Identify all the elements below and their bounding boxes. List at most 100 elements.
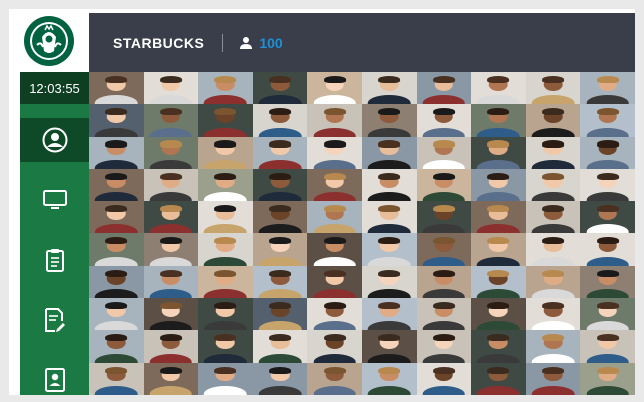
participant-video-tile[interactable]: [252, 233, 308, 266]
participant-video-tile[interactable]: [307, 298, 362, 331]
starbucks-logo[interactable]: [9, 9, 89, 72]
participant-video-tile[interactable]: [361, 201, 417, 234]
participant-video-tile[interactable]: [252, 72, 308, 105]
participant-video-tile[interactable]: [416, 362, 472, 395]
nav-tasks[interactable]: [20, 238, 89, 282]
participant-video-tile[interactable]: [580, 168, 635, 202]
participant-video-tile[interactable]: [471, 136, 526, 169]
participant-video-tile[interactable]: [89, 168, 144, 202]
participant-video-tile[interactable]: [471, 233, 526, 266]
participant-video-tile[interactable]: [361, 298, 417, 331]
participant-video-tile[interactable]: [416, 136, 472, 169]
participant-video-tile[interactable]: [252, 136, 308, 169]
participant-video-tile[interactable]: [361, 136, 417, 169]
participant-video-tile[interactable]: [143, 298, 199, 331]
participant-video-tile[interactable]: [198, 72, 253, 105]
participant-video-tile[interactable]: [361, 330, 417, 363]
participant-video-tile[interactable]: [143, 201, 199, 234]
participant-video-tile[interactable]: [143, 136, 199, 169]
participant-video-tile[interactable]: [143, 72, 199, 105]
participant-video-tile[interactable]: [525, 233, 581, 266]
participant-video-tile[interactable]: [198, 168, 253, 202]
participant-video-tile[interactable]: [143, 330, 199, 363]
participant-video-tile[interactable]: [471, 168, 526, 202]
nav-notes[interactable]: [20, 298, 89, 342]
participant-video-tile[interactable]: [471, 265, 526, 299]
participant-video-tile[interactable]: [416, 104, 472, 137]
participant-video-tile[interactable]: [525, 265, 581, 299]
participant-video-tile[interactable]: [307, 362, 362, 395]
participant-video-tile[interactable]: [89, 201, 144, 234]
participant-video-tile[interactable]: [307, 265, 362, 299]
participant-video-tile[interactable]: [525, 72, 581, 105]
participant-video-tile[interactable]: [252, 104, 308, 137]
participant-video-tile[interactable]: [416, 330, 472, 363]
participant-video-tile[interactable]: [198, 298, 253, 331]
participant-video-tile[interactable]: [361, 168, 417, 202]
participant-video-tile[interactable]: [525, 104, 581, 137]
participant-video-tile[interactable]: [252, 362, 308, 395]
participant-video-tile[interactable]: [580, 72, 635, 105]
participant-video-tile[interactable]: [416, 201, 472, 234]
participant-video-tile[interactable]: [143, 233, 199, 266]
participant-video-tile[interactable]: [361, 72, 417, 105]
participant-video-tile[interactable]: [361, 265, 417, 299]
participant-video-tile[interactable]: [471, 330, 526, 363]
nav-contacts[interactable]: [20, 358, 89, 402]
participant-video-tile[interactable]: [307, 72, 362, 105]
participant-video-tile[interactable]: [361, 104, 417, 137]
participant-counter[interactable]: 100: [239, 35, 283, 51]
participant-video-tile[interactable]: [198, 201, 253, 234]
participant-video-tile[interactable]: [198, 362, 253, 395]
participant-video-tile[interactable]: [143, 168, 199, 202]
participant-video-tile[interactable]: [252, 265, 308, 299]
participant-video-tile[interactable]: [471, 104, 526, 137]
participant-video-tile[interactable]: [471, 72, 526, 105]
nav-profile[interactable]: [20, 118, 89, 162]
participant-video-tile[interactable]: [307, 201, 362, 234]
participant-video-tile[interactable]: [89, 104, 144, 137]
participant-video-tile[interactable]: [89, 72, 144, 105]
participant-video-tile[interactable]: [580, 298, 635, 331]
participant-video-tile[interactable]: [416, 298, 472, 331]
participant-video-tile[interactable]: [471, 362, 526, 395]
participant-video-tile[interactable]: [143, 104, 199, 137]
participant-video-tile[interactable]: [143, 265, 199, 299]
participant-video-tile[interactable]: [307, 233, 362, 266]
participant-video-tile[interactable]: [89, 233, 144, 266]
participant-video-tile[interactable]: [89, 265, 144, 299]
participant-video-tile[interactable]: [525, 362, 581, 395]
participant-video-tile[interactable]: [198, 104, 253, 137]
participant-video-tile[interactable]: [307, 104, 362, 137]
participant-video-tile[interactable]: [198, 265, 253, 299]
participant-video-tile[interactable]: [252, 298, 308, 331]
participant-video-tile[interactable]: [143, 362, 199, 395]
participant-video-tile[interactable]: [525, 201, 581, 234]
participant-video-tile[interactable]: [525, 168, 581, 202]
participant-video-tile[interactable]: [252, 330, 308, 363]
participant-video-tile[interactable]: [198, 330, 253, 363]
participant-video-tile[interactable]: [307, 136, 362, 169]
participant-video-tile[interactable]: [525, 136, 581, 169]
participant-video-tile[interactable]: [89, 136, 144, 169]
participant-video-tile[interactable]: [580, 233, 635, 266]
participant-video-tile[interactable]: [89, 362, 144, 395]
participant-video-tile[interactable]: [416, 72, 472, 105]
participant-video-tile[interactable]: [580, 330, 635, 363]
participant-video-tile[interactable]: [307, 330, 362, 363]
nav-screen[interactable]: [20, 178, 89, 222]
participant-video-tile[interactable]: [580, 265, 635, 299]
participant-video-tile[interactable]: [471, 201, 526, 234]
participant-video-tile[interactable]: [580, 362, 635, 395]
participant-video-tile[interactable]: [416, 168, 472, 202]
participant-video-tile[interactable]: [198, 136, 253, 169]
participant-video-tile[interactable]: [471, 298, 526, 331]
participant-video-tile[interactable]: [580, 201, 635, 234]
participant-video-tile[interactable]: [580, 136, 635, 169]
participant-video-tile[interactable]: [252, 168, 308, 202]
participant-video-tile[interactable]: [89, 330, 144, 363]
participant-video-tile[interactable]: [361, 233, 417, 266]
participant-video-tile[interactable]: [361, 362, 417, 395]
participant-video-tile[interactable]: [525, 298, 581, 331]
participant-video-tile[interactable]: [525, 330, 581, 363]
